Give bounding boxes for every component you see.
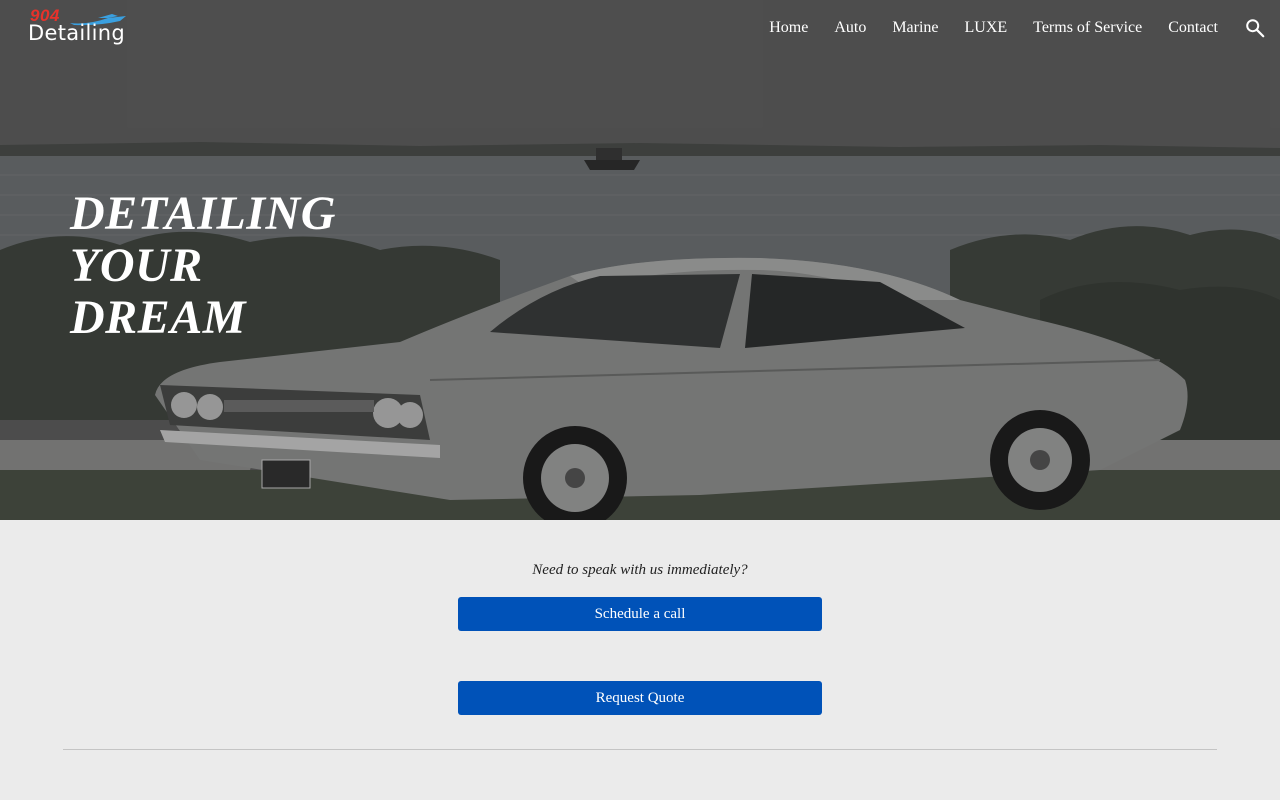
search-icon[interactable]: [1244, 17, 1266, 39]
cta-section: Need to speak with us immediately? Sched…: [0, 520, 1280, 800]
schedule-call-button[interactable]: Schedule a call: [458, 597, 822, 631]
request-quote-button[interactable]: Request Quote: [458, 681, 822, 715]
nav-item-contact[interactable]: Contact: [1168, 19, 1218, 37]
nav-item-home[interactable]: Home: [769, 19, 808, 37]
logo-word: Detailing: [28, 21, 126, 45]
cta-prompt: Need to speak with us immediately?: [532, 562, 748, 578]
nav-item-luxe[interactable]: LUXE: [965, 19, 1008, 37]
hero-title-line: DREAM: [70, 291, 246, 344]
nav-item-auto[interactable]: Auto: [834, 19, 866, 37]
site-logo[interactable]: 904 Detailing: [28, 6, 132, 50]
site-header: 904 Detailing Home Auto Marine LUXE Term…: [0, 0, 1280, 56]
hero-title-line: DETAILING: [70, 187, 336, 240]
hero-title-line: YOUR: [70, 239, 203, 292]
nav-item-marine[interactable]: Marine: [892, 19, 938, 37]
main-nav: Home Auto Marine LUXE Terms of Service C…: [769, 0, 1280, 56]
divider: [63, 749, 1217, 750]
hero-title: DETAILING YOUR DREAM: [70, 188, 336, 344]
nav-item-terms[interactable]: Terms of Service: [1033, 19, 1142, 37]
